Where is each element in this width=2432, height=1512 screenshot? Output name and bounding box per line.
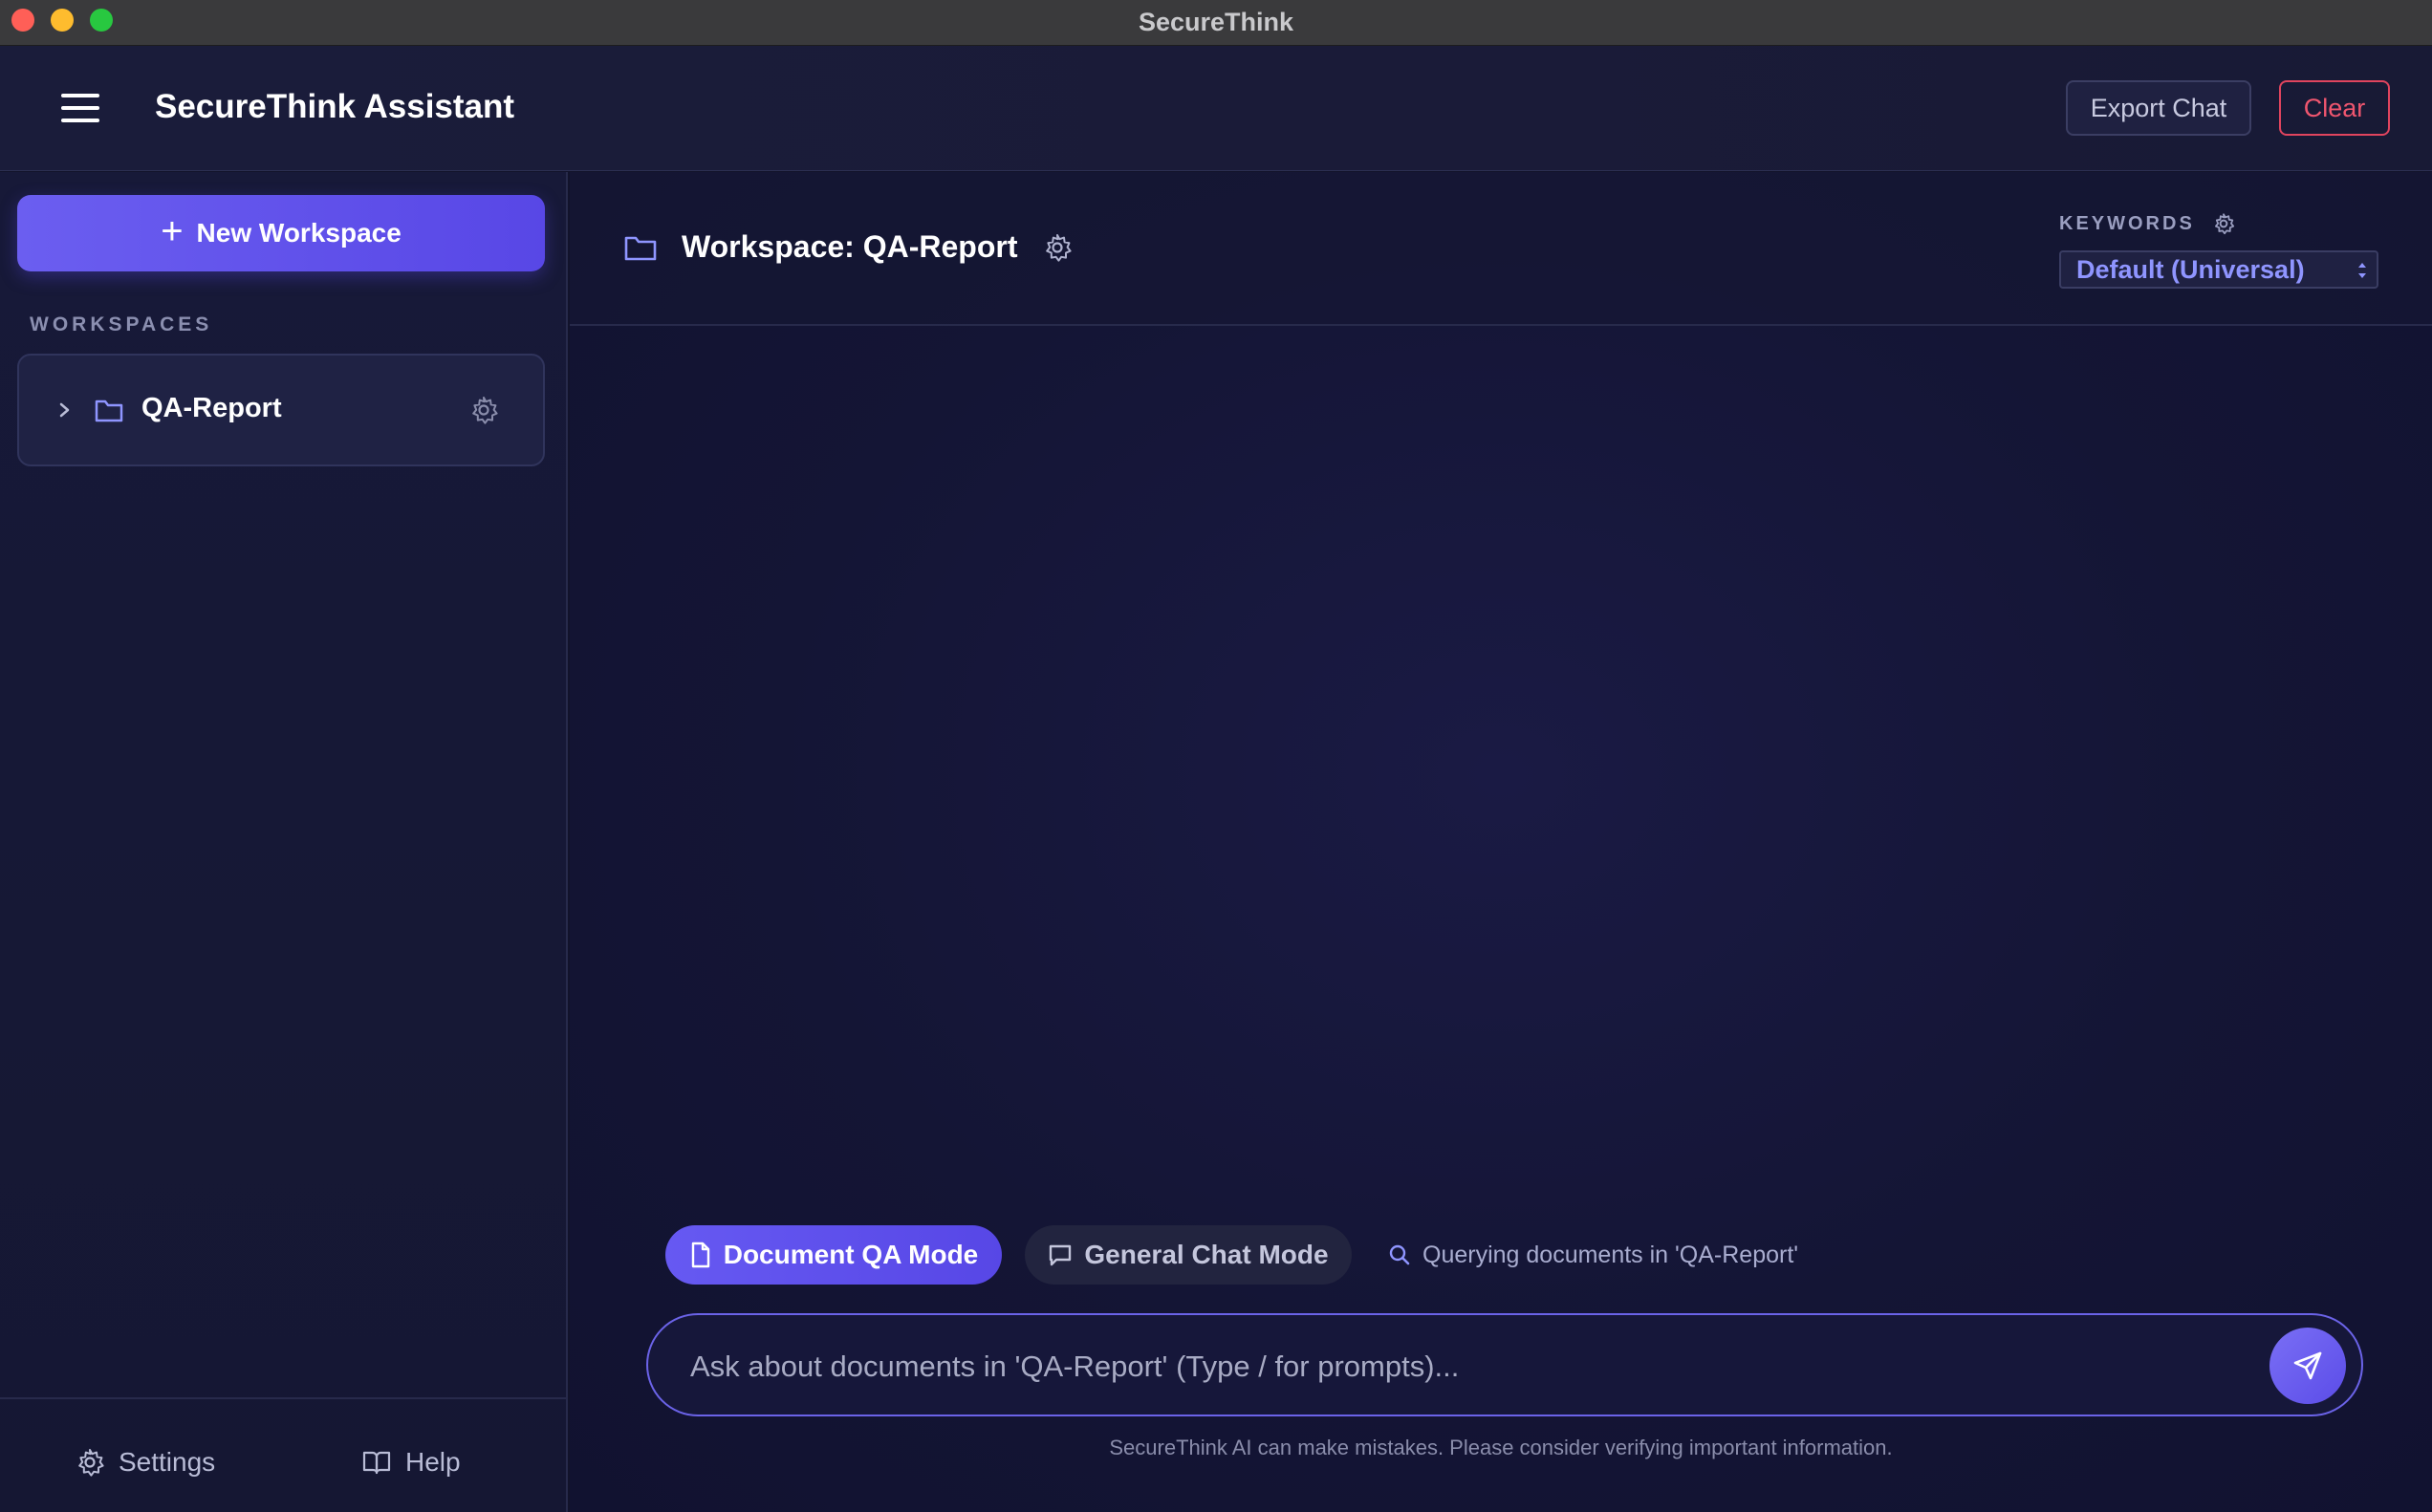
mode-bar: Document QA Mode General Chat Mode Query… — [665, 1225, 1798, 1285]
window-title: SecureThink — [1138, 8, 1294, 36]
book-icon — [362, 1451, 391, 1475]
document-qa-mode-label: Document QA Mode — [723, 1240, 979, 1269]
new-workspace-button[interactable]: + New Workspace — [17, 195, 545, 271]
clear-button[interactable]: Clear — [2279, 80, 2390, 136]
folder-icon — [95, 400, 123, 422]
menu-icon[interactable] — [61, 94, 99, 122]
main-panel: Workspace: QA-Report KEYWORDS Default (U… — [570, 172, 2432, 1512]
folder-icon — [624, 236, 657, 261]
select-arrows-icon — [2358, 263, 2366, 278]
gear-icon[interactable] — [1042, 232, 1073, 263]
search-icon — [1389, 1244, 1410, 1265]
disclaimer: SecureThink AI can make mistakes. Please… — [1109, 1436, 1893, 1459]
sidebar: + New Workspace WORKSPACES QA-Report Set… — [0, 172, 568, 1512]
chat-input[interactable] — [690, 1340, 2258, 1393]
help-label: Help — [405, 1447, 461, 1477]
app-title: SecureThink Assistant — [155, 88, 515, 125]
workspace-header: Workspace: QA-Report KEYWORDS Default (U… — [570, 172, 2432, 326]
document-qa-mode-button[interactable]: Document QA Mode — [665, 1225, 1002, 1285]
gear-icon[interactable] — [2212, 212, 2235, 235]
query-status-text: Querying documents in 'QA-Report' — [1422, 1241, 1799, 1268]
keywords-label: KEYWORDS — [2059, 212, 2195, 234]
new-workspace-label: New Workspace — [196, 218, 402, 248]
help-button[interactable]: Help — [361, 1447, 461, 1478]
chat-bubble-icon — [1050, 1244, 1072, 1266]
query-status: Querying documents in 'QA-Report' — [1388, 1242, 1798, 1269]
workspace-title: Workspace: QA-Report — [682, 229, 1018, 264]
plus-icon: + — [161, 210, 184, 252]
minimize-window-button[interactable] — [51, 9, 74, 32]
window-titlebar: SecureThink — [0, 0, 2432, 46]
document-icon — [691, 1242, 709, 1268]
chat-input-container — [646, 1313, 2363, 1416]
zoom-window-button[interactable] — [90, 9, 113, 32]
workspace-item-qa-report[interactable]: QA-Report — [17, 354, 545, 466]
app-header: SecureThink Assistant Export Chat Clear — [0, 46, 2432, 171]
general-chat-mode-button[interactable]: General Chat Mode — [1025, 1225, 1352, 1285]
gear-icon — [78, 1449, 104, 1477]
settings-button[interactable]: Settings — [75, 1447, 215, 1478]
close-window-button[interactable] — [11, 9, 34, 32]
send-icon — [2293, 1351, 2322, 1380]
keywords-selected-value: Default (Universal) — [2076, 254, 2305, 284]
send-button[interactable] — [2269, 1328, 2346, 1404]
settings-label: Settings — [119, 1447, 216, 1477]
workspaces-heading: WORKSPACES — [30, 313, 213, 335]
general-chat-mode-label: General Chat Mode — [1084, 1240, 1329, 1269]
gear-icon[interactable] — [468, 395, 499, 425]
window-controls — [11, 9, 113, 32]
keywords-label-row: KEYWORDS — [2059, 212, 2235, 235]
workspace-name: QA-Report — [141, 393, 282, 423]
export-chat-button[interactable]: Export Chat — [2066, 80, 2251, 136]
chevron-right-icon[interactable] — [54, 396, 76, 424]
keywords-select[interactable]: Default (Universal) — [2059, 250, 2378, 289]
sidebar-footer: Settings Help — [0, 1397, 566, 1512]
